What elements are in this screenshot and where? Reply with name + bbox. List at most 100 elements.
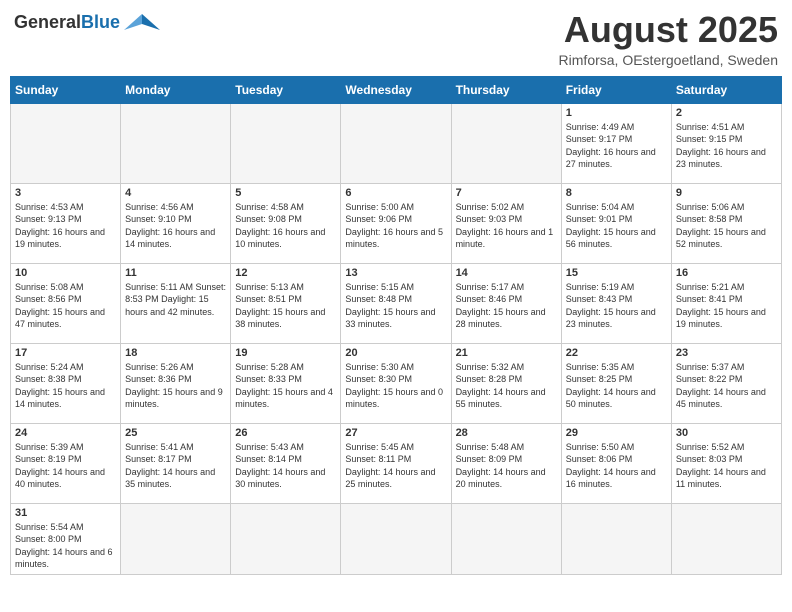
day-cell: 8Sunrise: 5:04 AM Sunset: 9:01 PM Daylig… [561, 183, 671, 263]
day-cell [11, 103, 121, 183]
day-cell: 29 Sunrise: 5:50 AM Sunset: 8:06 PM Dayli… [561, 423, 671, 503]
day-number: 1 [566, 107, 667, 119]
day-cell [451, 503, 561, 574]
day-info: Sunrise: 5:04 AM Sunset: 9:01 PM Dayligh… [566, 201, 667, 251]
day-cell: 27 Sunrise: 5:45 AM Sunset: 8:11 PM Dayli… [341, 423, 451, 503]
day-info: Sunrise: 5:50 AM Sunset: 8:06 PM Dayligh… [566, 441, 667, 491]
location-subtitle: Rimforsa, OEstergoetland, Sweden [559, 52, 778, 68]
day-cell: 12 Sunrise: 5:13 AM Sunset: 8:51 PM Dayli… [231, 263, 341, 343]
day-number: 3 [15, 187, 116, 199]
weekday-header-tuesday: Tuesday [231, 76, 341, 103]
day-info: Sunrise: 5:17 AM Sunset: 8:46 PM Dayligh… [456, 281, 557, 331]
day-info: Sunrise: 4:51 AM Sunset: 9:15 PM Dayligh… [676, 121, 777, 171]
day-cell [341, 103, 451, 183]
day-cell: 10 Sunrise: 5:08 AM Sunset: 8:56 PM Dayli… [11, 263, 121, 343]
day-info: Sunrise: 5:39 AM Sunset: 8:19 PM Dayligh… [15, 441, 116, 491]
day-cell: 2 Sunrise: 4:51 AM Sunset: 9:15 PM Daylig… [671, 103, 781, 183]
header: GeneralBlue August 2025 Rimforsa, OEster… [10, 10, 782, 68]
day-number: 29 [566, 427, 667, 439]
day-info: Sunrise: 4:53 AM Sunset: 9:13 PM Dayligh… [15, 201, 116, 251]
day-info: Sunrise: 5:15 AM Sunset: 8:48 PM Dayligh… [345, 281, 446, 331]
day-number: 2 [676, 107, 777, 119]
day-cell: 4Sunrise: 4:56 AM Sunset: 9:10 PM Daylig… [121, 183, 231, 263]
week-row-5: 24 Sunrise: 5:39 AM Sunset: 8:19 PM Dayli… [11, 423, 782, 503]
day-info: Sunrise: 5:08 AM Sunset: 8:56 PM Dayligh… [15, 281, 116, 331]
day-info: Sunrise: 5:06 AM Sunset: 8:58 PM Dayligh… [676, 201, 777, 251]
calendar-table: SundayMondayTuesdayWednesdayThursdayFrid… [10, 76, 782, 575]
day-info: Sunrise: 5:37 AM Sunset: 8:22 PM Dayligh… [676, 361, 777, 411]
day-info: Sunrise: 5:32 AM Sunset: 8:28 PM Dayligh… [456, 361, 557, 411]
day-number: 15 [566, 267, 667, 279]
day-cell [671, 503, 781, 574]
day-info: Sunrise: 5:19 AM Sunset: 8:43 PM Dayligh… [566, 281, 667, 331]
day-cell: 3 Sunrise: 4:53 AM Sunset: 9:13 PM Daylig… [11, 183, 121, 263]
day-number: 17 [15, 347, 116, 359]
day-number: 13 [345, 267, 446, 279]
day-number: 16 [676, 267, 777, 279]
day-cell: 6Sunrise: 5:00 AM Sunset: 9:06 PM Daylig… [341, 183, 451, 263]
day-cell: 23 Sunrise: 5:37 AM Sunset: 8:22 PM Dayli… [671, 343, 781, 423]
weekday-header-row: SundayMondayTuesdayWednesdayThursdayFrid… [11, 76, 782, 103]
weekday-header-sunday: Sunday [11, 76, 121, 103]
day-number: 14 [456, 267, 557, 279]
weekday-header-thursday: Thursday [451, 76, 561, 103]
day-info: Sunrise: 5:11 AM Sunset: 8:53 PM Dayligh… [125, 281, 226, 319]
day-number: 22 [566, 347, 667, 359]
day-cell: 18Sunrise: 5:26 AM Sunset: 8:36 PM Dayli… [121, 343, 231, 423]
day-cell: 13 Sunrise: 5:15 AM Sunset: 8:48 PM Dayli… [341, 263, 451, 343]
day-cell: 9 Sunrise: 5:06 AM Sunset: 8:58 PM Daylig… [671, 183, 781, 263]
day-info: Sunrise: 5:30 AM Sunset: 8:30 PM Dayligh… [345, 361, 446, 411]
day-cell: 19 Sunrise: 5:28 AM Sunset: 8:33 PM Dayli… [231, 343, 341, 423]
day-info: Sunrise: 5:54 AM Sunset: 8:00 PM Dayligh… [15, 521, 116, 571]
logo-text: GeneralBlue [14, 12, 120, 33]
day-info: Sunrise: 4:58 AM Sunset: 9:08 PM Dayligh… [235, 201, 336, 251]
day-info: Sunrise: 5:28 AM Sunset: 8:33 PM Dayligh… [235, 361, 336, 411]
day-number: 7 [456, 187, 557, 199]
month-title: August 2025 [559, 10, 778, 50]
day-cell: 30Sunrise: 5:52 AM Sunset: 8:03 PM Dayli… [671, 423, 781, 503]
day-cell [341, 503, 451, 574]
day-info: Sunrise: 5:21 AM Sunset: 8:41 PM Dayligh… [676, 281, 777, 331]
day-cell [121, 503, 231, 574]
day-cell: 21 Sunrise: 5:32 AM Sunset: 8:28 PM Dayli… [451, 343, 561, 423]
day-number: 27 [345, 427, 446, 439]
day-info: Sunrise: 5:35 AM Sunset: 8:25 PM Dayligh… [566, 361, 667, 411]
day-number: 9 [676, 187, 777, 199]
day-number: 5 [235, 187, 336, 199]
day-cell: 17Sunrise: 5:24 AM Sunset: 8:38 PM Dayli… [11, 343, 121, 423]
day-cell [121, 103, 231, 183]
day-info: Sunrise: 4:56 AM Sunset: 9:10 PM Dayligh… [125, 201, 226, 251]
week-row-2: 3 Sunrise: 4:53 AM Sunset: 9:13 PM Daylig… [11, 183, 782, 263]
week-row-3: 10 Sunrise: 5:08 AM Sunset: 8:56 PM Dayli… [11, 263, 782, 343]
day-number: 10 [15, 267, 116, 279]
day-cell: 31Sunrise: 5:54 AM Sunset: 8:00 PM Dayli… [11, 503, 121, 574]
day-cell [231, 103, 341, 183]
day-cell: 7Sunrise: 5:02 AM Sunset: 9:03 PM Daylig… [451, 183, 561, 263]
logo-icon [124, 10, 160, 34]
day-cell: 24 Sunrise: 5:39 AM Sunset: 8:19 PM Dayli… [11, 423, 121, 503]
day-number: 24 [15, 427, 116, 439]
day-info: Sunrise: 5:45 AM Sunset: 8:11 PM Dayligh… [345, 441, 446, 491]
day-cell: 22 Sunrise: 5:35 AM Sunset: 8:25 PM Dayli… [561, 343, 671, 423]
day-number: 30 [676, 427, 777, 439]
logo-area: GeneralBlue [14, 10, 160, 34]
day-number: 12 [235, 267, 336, 279]
day-cell [451, 103, 561, 183]
day-number: 19 [235, 347, 336, 359]
day-cell: 14 Sunrise: 5:17 AM Sunset: 8:46 PM Dayli… [451, 263, 561, 343]
day-info: Sunrise: 5:13 AM Sunset: 8:51 PM Dayligh… [235, 281, 336, 331]
week-row-4: 17Sunrise: 5:24 AM Sunset: 8:38 PM Dayli… [11, 343, 782, 423]
day-cell [561, 503, 671, 574]
day-info: Sunrise: 5:00 AM Sunset: 9:06 PM Dayligh… [345, 201, 446, 251]
day-number: 21 [456, 347, 557, 359]
day-info: Sunrise: 5:48 AM Sunset: 8:09 PM Dayligh… [456, 441, 557, 491]
title-area: August 2025 Rimforsa, OEstergoetland, Sw… [559, 10, 778, 68]
day-number: 23 [676, 347, 777, 359]
day-number: 11 [125, 267, 226, 279]
day-number: 25 [125, 427, 226, 439]
week-row-6: 31Sunrise: 5:54 AM Sunset: 8:00 PM Dayli… [11, 503, 782, 574]
weekday-header-friday: Friday [561, 76, 671, 103]
day-number: 28 [456, 427, 557, 439]
day-cell: 1Sunrise: 4:49 AM Sunset: 9:17 PM Daylig… [561, 103, 671, 183]
day-info: Sunrise: 5:43 AM Sunset: 8:14 PM Dayligh… [235, 441, 336, 491]
